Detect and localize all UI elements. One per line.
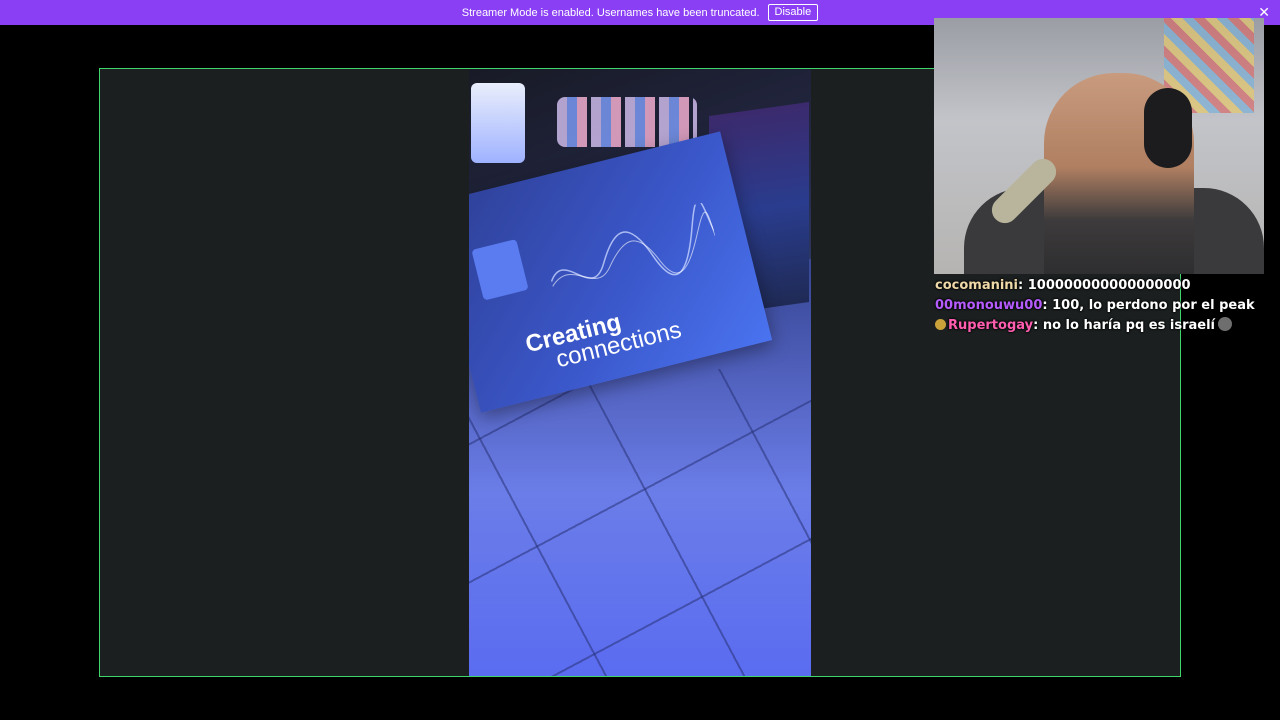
chat-separator: : (1018, 278, 1028, 293)
chat-text: 100000000000000000 (1027, 278, 1191, 293)
chat-separator: : (1042, 298, 1053, 313)
video-feed: Creating connections (469, 69, 811, 676)
chat-username: cocomanini (935, 278, 1019, 293)
badge-icon (935, 319, 946, 330)
chat-text: no lo haría pq es israelí (1042, 318, 1215, 333)
video-floor (469, 369, 811, 676)
chat-separator: : (1033, 318, 1043, 333)
chat-username: Rupertogay (948, 318, 1034, 333)
chat-message: 00monouwu00: 100, lo perdono por el peak (935, 296, 1280, 316)
chat-username: 00monouwu00 (935, 298, 1043, 313)
video-figures (557, 97, 697, 147)
emote-icon (1218, 317, 1232, 331)
webcam-overlay (934, 18, 1264, 274)
video-card-text: Creating connections (523, 298, 684, 378)
chat-message: Rupertogay: no lo haría pq es israelí (935, 316, 1280, 336)
video-card-logo (471, 238, 529, 301)
video-card-wave (550, 201, 716, 287)
chat-text: 100, lo perdono por el peak (1052, 298, 1255, 313)
streamer-mode-message: Streamer Mode is enabled. Usernames have… (461, 6, 760, 19)
disable-streamer-mode-button[interactable]: Disable (767, 4, 819, 21)
chat-message: cocomanini: 100000000000000000 (935, 276, 1280, 296)
webcam-headphones (1144, 88, 1192, 168)
video-mug (471, 83, 525, 163)
chat-overlay: cocomanini: 100000000000000000 00monouwu… (935, 276, 1280, 336)
